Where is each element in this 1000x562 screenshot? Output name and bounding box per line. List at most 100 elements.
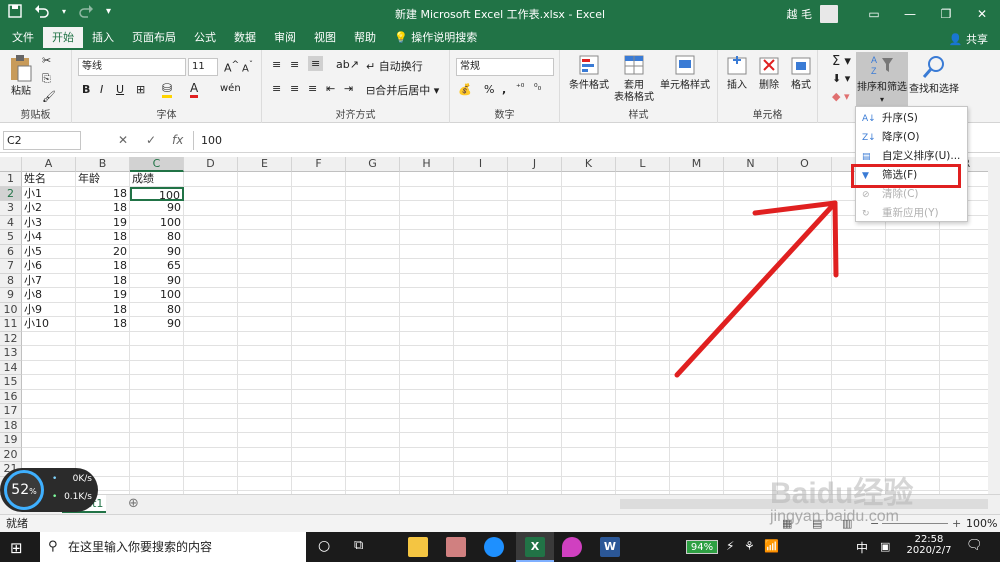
cell[interactable] (292, 404, 346, 419)
cell[interactable] (886, 288, 940, 303)
cell[interactable] (184, 259, 238, 274)
tab-data[interactable]: 数据 (225, 27, 265, 50)
cell[interactable] (508, 273, 562, 288)
cell[interactable] (508, 462, 562, 477)
cell[interactable] (400, 418, 454, 433)
column-header-m[interactable]: M (670, 157, 724, 172)
cell[interactable] (292, 360, 346, 375)
share-button[interactable]: 👤 共享 (949, 31, 988, 47)
cell[interactable] (562, 418, 616, 433)
cell[interactable] (76, 346, 130, 361)
cell[interactable] (886, 244, 940, 259)
cancel-icon[interactable]: ✕ (118, 133, 128, 147)
underline-button[interactable]: U (116, 83, 124, 96)
column-header-e[interactable]: E (238, 157, 292, 172)
cell[interactable] (940, 303, 988, 317)
data-cell[interactable]: 18 (76, 302, 130, 317)
header-cell[interactable]: 年龄 (76, 172, 130, 187)
cell[interactable] (346, 375, 400, 390)
cell[interactable] (562, 259, 616, 274)
font-size-combo[interactable]: 11 (188, 58, 218, 76)
data-cell[interactable]: 18 (76, 230, 130, 245)
cell[interactable] (400, 215, 454, 230)
select-all-corner[interactable] (0, 157, 22, 172)
cell[interactable] (940, 346, 988, 361)
cell[interactable] (724, 389, 778, 404)
cell[interactable] (940, 317, 988, 332)
cell[interactable] (940, 361, 988, 375)
cell[interactable] (400, 462, 454, 477)
column-header-l[interactable]: L (616, 157, 670, 172)
cell[interactable] (238, 302, 292, 317)
cell[interactable] (130, 389, 184, 404)
cell[interactable] (454, 215, 508, 230)
column-header-b[interactable]: B (76, 157, 130, 172)
cell[interactable] (562, 375, 616, 390)
align-right-icon[interactable]: ≡ (308, 82, 317, 95)
cell[interactable] (454, 244, 508, 259)
edge-icon[interactable] (484, 537, 504, 557)
data-cell[interactable]: 18 (76, 259, 130, 274)
cell[interactable] (130, 331, 184, 346)
cell[interactable] (562, 302, 616, 317)
cell[interactable] (22, 433, 76, 448)
row-header-6[interactable]: 6 (0, 244, 22, 259)
cell[interactable] (562, 360, 616, 375)
vertical-scrollbar[interactable] (988, 157, 1000, 494)
paste-button[interactable]: 粘贴 (6, 54, 36, 98)
cell[interactable] (346, 201, 400, 216)
cell[interactable] (940, 433, 988, 448)
comma-button[interactable]: , (502, 83, 506, 96)
accounting-format-icon[interactable]: 💰 (458, 83, 472, 96)
data-cell[interactable]: 小7 (22, 273, 76, 288)
cell[interactable] (292, 288, 346, 303)
cell[interactable] (238, 244, 292, 259)
conditional-format-button[interactable]: 条件格式 (566, 54, 612, 92)
cell[interactable] (508, 375, 562, 390)
cell[interactable] (238, 259, 292, 274)
data-cell[interactable]: 90 (130, 273, 184, 288)
cell[interactable] (292, 433, 346, 448)
cell[interactable] (454, 375, 508, 390)
cell[interactable] (346, 302, 400, 317)
cell[interactable] (562, 172, 616, 187)
cell[interactable] (562, 215, 616, 230)
cell[interactable] (508, 418, 562, 433)
cell[interactable] (508, 259, 562, 274)
cell[interactable] (400, 404, 454, 419)
cell[interactable] (22, 331, 76, 346)
cell[interactable] (832, 433, 886, 448)
cell[interactable] (292, 331, 346, 346)
cell[interactable] (832, 447, 886, 462)
column-header-c[interactable]: C (130, 157, 184, 172)
data-cell[interactable]: 小6 (22, 259, 76, 274)
cell[interactable] (886, 404, 940, 419)
row-header-8[interactable]: 8 (0, 273, 22, 288)
cell[interactable] (724, 433, 778, 448)
cell[interactable] (886, 389, 940, 404)
cell[interactable] (670, 476, 724, 491)
cell[interactable] (238, 476, 292, 491)
format-cells-button[interactable]: 格式 (786, 54, 816, 92)
tab-home[interactable]: 开始 (43, 27, 83, 50)
data-cell[interactable]: 小1 (22, 186, 76, 201)
row-header-16[interactable]: 16 (0, 389, 22, 404)
cell[interactable] (562, 389, 616, 404)
cell[interactable] (184, 230, 238, 245)
minimize-icon[interactable]: — (892, 0, 928, 27)
align-center-icon[interactable]: ≡ (290, 82, 299, 95)
column-header-k[interactable]: K (562, 157, 616, 172)
cell[interactable] (886, 346, 940, 361)
cell[interactable] (22, 360, 76, 375)
cell[interactable] (238, 172, 292, 187)
cell[interactable] (346, 360, 400, 375)
tab-review[interactable]: 审阅 (265, 27, 305, 50)
data-cell[interactable]: 80 (130, 230, 184, 245)
cell[interactable] (184, 215, 238, 230)
cell[interactable] (400, 186, 454, 201)
cell[interactable] (454, 259, 508, 274)
file-explorer-icon[interactable] (408, 537, 428, 557)
cell[interactable] (238, 389, 292, 404)
cell[interactable] (616, 404, 670, 419)
cell[interactable] (454, 462, 508, 477)
